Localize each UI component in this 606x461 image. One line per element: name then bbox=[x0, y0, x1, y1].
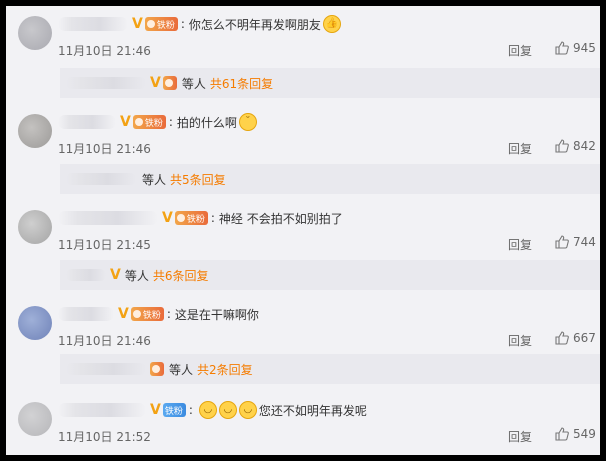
comment-time: 11月10日 21:46 bbox=[58, 334, 151, 348]
fan-badge-label: 铁粉 bbox=[142, 310, 161, 321]
comment-text: 您还不如明年再发呢 bbox=[258, 403, 367, 418]
username-blurred[interactable] bbox=[58, 403, 146, 417]
verified-v-icon: V bbox=[120, 114, 131, 130]
reply-summary[interactable]: 等人 共2条回复 bbox=[60, 354, 600, 384]
reply-button[interactable]: 回复 bbox=[508, 42, 532, 59]
like-count: 667 bbox=[573, 331, 596, 345]
thumbs-up-icon bbox=[555, 331, 569, 345]
comment-header: V 铁粉 : 这是在干嘛啊你 bbox=[58, 304, 259, 324]
fan-heart-icon bbox=[152, 365, 160, 373]
reply-button[interactable]: 回复 bbox=[508, 332, 532, 349]
reply-count-link[interactable]: 共5条回复 bbox=[170, 171, 226, 188]
verified-v-icon: V bbox=[110, 267, 121, 283]
colon: : bbox=[166, 307, 171, 321]
comment-time: 11月10日 21:46 bbox=[58, 142, 151, 156]
avatar[interactable] bbox=[18, 114, 52, 148]
like-button[interactable]: 945 bbox=[554, 40, 596, 56]
fan-heart-icon bbox=[176, 214, 185, 222]
comment-time: 11月10日 21:45 bbox=[58, 238, 151, 252]
reply-summary-suffix: 等人 bbox=[181, 76, 206, 91]
reply-button[interactable]: 回复 bbox=[508, 140, 532, 157]
comment-header: V 铁粉 : 神经 不会拍不如别拍了 bbox=[58, 208, 343, 228]
reply-summary[interactable]: 等人 共5条回复 bbox=[60, 164, 600, 194]
like-count: 744 bbox=[573, 235, 596, 249]
smile-emoji-icon: ◡ bbox=[198, 401, 217, 419]
verified-v-icon: V bbox=[150, 75, 161, 91]
reply-count-link[interactable]: 共6条回复 bbox=[153, 267, 209, 284]
reply-button[interactable]: 回复 bbox=[508, 428, 532, 445]
fan-badge: 铁粉 bbox=[144, 17, 178, 31]
colon: : bbox=[180, 17, 185, 31]
reply-summary[interactable]: V 等人 共61条回复 bbox=[60, 68, 600, 98]
smile-emoji-icon: ◡ bbox=[238, 401, 257, 419]
avatar[interactable] bbox=[18, 16, 52, 50]
comment-header: V 铁粉 : 拍的什么啊 ˘ bbox=[58, 112, 257, 132]
comment-list: V 铁粉 : 你怎么不明年再发啊朋友 👍 11月10日 21:46 回复 945… bbox=[6, 6, 600, 455]
fan-badge: 铁粉 bbox=[132, 115, 166, 129]
like-count: 842 bbox=[573, 139, 596, 153]
reply-button[interactable]: 回复 bbox=[508, 236, 532, 253]
verified-v-icon: V bbox=[132, 16, 143, 32]
username-blurred[interactable] bbox=[58, 115, 116, 129]
username-blurred[interactable] bbox=[58, 17, 128, 31]
fan-badge: 铁粉 bbox=[174, 211, 208, 225]
thumbs-up-icon bbox=[555, 235, 569, 249]
replier-names-blurred bbox=[66, 77, 146, 89]
comment-text: 拍的什么啊 bbox=[176, 115, 237, 130]
like-count: 549 bbox=[573, 427, 596, 441]
comment-time: 11月10日 21:46 bbox=[58, 44, 151, 58]
username-blurred[interactable] bbox=[58, 307, 114, 321]
avatar[interactable] bbox=[18, 402, 52, 436]
fan-badge-label: 铁粉 bbox=[164, 406, 183, 417]
reply-summary-suffix: 等人 bbox=[124, 268, 149, 283]
reply-count-link[interactable]: 共61条回复 bbox=[210, 75, 273, 92]
fan-badge-label: 铁粉 bbox=[144, 118, 163, 129]
comment-header: V 铁粉 : ◡ ◡ ◡ 您还不如明年再发呢 bbox=[58, 400, 367, 420]
fan-heart-icon bbox=[146, 20, 155, 28]
replier-names-blurred bbox=[66, 269, 106, 281]
colon: : bbox=[168, 115, 173, 129]
like-button[interactable]: 549 bbox=[554, 426, 596, 442]
reply-summary-suffix: 等人 bbox=[169, 362, 194, 377]
fan-heart-icon bbox=[132, 310, 141, 318]
verified-v-icon: V bbox=[150, 402, 161, 418]
like-button[interactable]: 667 bbox=[554, 330, 596, 346]
comment-header: V 铁粉 : 你怎么不明年再发啊朋友 👍 bbox=[58, 14, 341, 34]
comment-text: 这是在干嘛啊你 bbox=[174, 307, 259, 322]
like-button[interactable]: 842 bbox=[554, 138, 596, 154]
replier-names-blurred bbox=[66, 173, 136, 185]
replier-names-blurred bbox=[66, 363, 146, 375]
smirk-emoji-icon: ˘ bbox=[238, 113, 257, 131]
reply-summary[interactable]: V 等人 共6条回复 bbox=[60, 260, 600, 290]
thumbs-up-icon bbox=[555, 41, 569, 55]
thumbs-up-emoji-icon: 👍 bbox=[322, 15, 341, 33]
fan-heart-icon bbox=[164, 79, 173, 87]
fan-badge: 铁粉 bbox=[162, 403, 186, 417]
verified-v-icon: V bbox=[162, 210, 173, 226]
fan-badge bbox=[162, 76, 177, 90]
fan-badge-label: 铁粉 bbox=[156, 20, 175, 31]
colon: : bbox=[210, 211, 215, 225]
fan-heart-icon bbox=[134, 118, 143, 126]
comment-text: 神经 不会拍不如别拍了 bbox=[218, 211, 343, 226]
fan-badge bbox=[150, 362, 164, 376]
reply-count-link[interactable]: 共2条回复 bbox=[197, 361, 253, 378]
comment-time: 11月10日 21:52 bbox=[58, 430, 151, 444]
username-blurred[interactable] bbox=[58, 211, 158, 225]
comment-text: 你怎么不明年再发啊朋友 bbox=[188, 17, 321, 32]
reply-summary-suffix: 等人 bbox=[142, 172, 167, 187]
fan-badge: 铁粉 bbox=[130, 307, 164, 321]
avatar[interactable] bbox=[18, 210, 52, 244]
like-count: 945 bbox=[573, 41, 596, 55]
avatar[interactable] bbox=[18, 306, 52, 340]
verified-v-icon: V bbox=[118, 306, 129, 322]
fan-badge-label: 铁粉 bbox=[186, 214, 205, 225]
thumbs-up-icon bbox=[555, 427, 569, 441]
colon: : bbox=[188, 403, 193, 417]
thumbs-up-icon bbox=[555, 139, 569, 153]
smile-emoji-icon: ◡ bbox=[218, 401, 237, 419]
like-button[interactable]: 744 bbox=[554, 234, 596, 250]
